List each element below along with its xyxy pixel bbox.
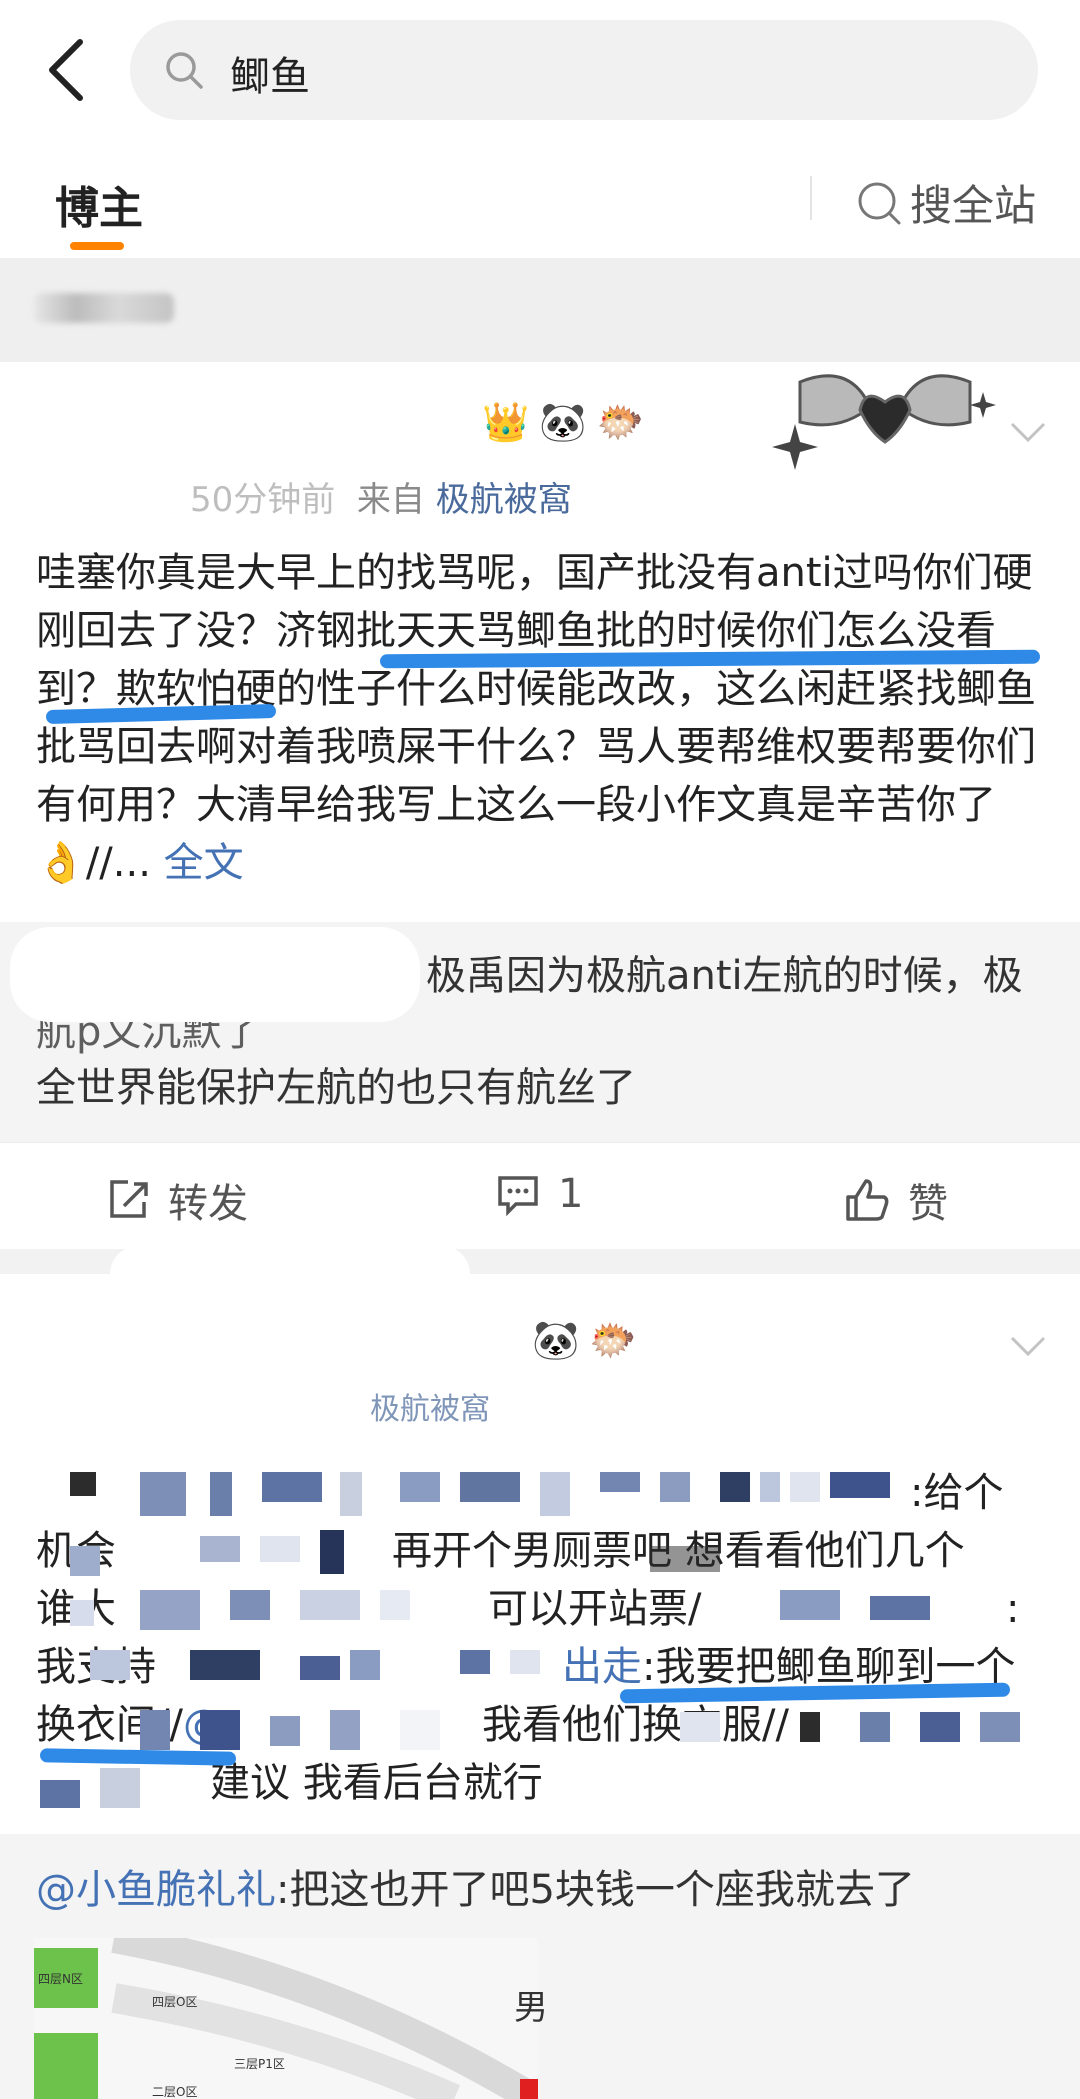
panda-badge-icon: 🐼: [539, 400, 587, 444]
like-button[interactable]: 赞: [844, 1171, 948, 1229]
post-card[interactable]: 🐼 🐡 极航被窩 :给个 机会再开个男厕票吧 想看看他们几个 谁大可以开站票/:…: [0, 1246, 1080, 1834]
panda-badge-icon: 🐼: [532, 1318, 580, 1362]
filter-strip: [0, 258, 1080, 362]
ok-hand-emoji-icon: 👌: [36, 840, 86, 886]
user-badges: 🐼 🐡: [532, 1318, 637, 1363]
post-meta: 50分钟前 来自 极航被窩: [190, 472, 572, 521]
comment-icon: [498, 1176, 538, 1216]
search-whole-site-button[interactable]: 搜全站: [856, 172, 1036, 233]
search-icon: [858, 182, 901, 224]
post-text: 哇塞你真是大早上的找骂呢，国产批没有anti过吗你们硬刚回去了没？济钢批天天骂鲫…: [36, 550, 1036, 828]
redaction-blob: [110, 1246, 470, 1302]
post-source[interactable]: 极航被窩: [370, 1392, 490, 1427]
pufferfish-badge-icon: 🐡: [596, 400, 644, 444]
map-label: 三层P1区: [234, 2057, 285, 2071]
repost-label: 转发: [168, 1181, 248, 1227]
map-label: 二层O区: [152, 2085, 197, 2099]
quoted-line: @小鱼脆礼礼:把这也开了吧5块钱一个座我就去了: [36, 1862, 915, 1918]
map-label: 四层O区: [152, 1995, 197, 2009]
crown-badge-icon: 👑: [482, 400, 530, 444]
tab-divider: [810, 176, 812, 220]
quoted-line: 全世界能保护左航的也只有航丝了: [36, 1065, 636, 1111]
top-bar: 鲫鱼: [0, 0, 1080, 150]
blurred-text: [34, 293, 174, 323]
back-arrow-icon[interactable]: [36, 36, 96, 104]
pufferfish-badge-icon: 🐡: [589, 1318, 637, 1362]
side-label: 男: [514, 1988, 548, 2028]
post-from: 来自: [356, 480, 425, 520]
tab-blogger[interactable]: 博主: [55, 172, 143, 236]
thumbs-up-icon: [846, 1179, 889, 1221]
tab-bar: 博主 搜全站: [0, 150, 1080, 258]
post-time: 50分钟前: [190, 480, 336, 520]
search-query: 鲫鱼: [230, 54, 310, 100]
user-badges: 👑 🐼 🐡: [482, 400, 644, 445]
post-actions: 转发 1 赞: [0, 1142, 1080, 1249]
quoted-comment[interactable]: 极禹因为极航anti左航的时候，极 航p文沉默了 全世界能保护左航的也只有航丝了: [0, 922, 1080, 1142]
redaction-blob: [10, 927, 420, 1022]
post-meta: 极航被窩: [370, 1384, 490, 1428]
share-icon: [110, 1180, 148, 1218]
quoted-comment[interactable]: @小鱼脆礼礼:把这也开了吧5块钱一个座我就去了 四层N区 四层O区 三层P1区 …: [0, 1834, 1080, 2099]
quoted-text: :把这也开了吧5块钱一个座我就去了: [276, 1867, 915, 1913]
seating-map: 四层N区 四层O区 三层P1区 二层O区: [34, 1938, 538, 2099]
mention-link[interactable]: @小鱼脆礼礼: [36, 1867, 276, 1913]
chevron-down-icon[interactable]: [1008, 412, 1048, 452]
like-label: 赞: [908, 1181, 948, 1227]
red-marker: [520, 2079, 538, 2099]
search-icon: [166, 52, 203, 89]
decorative-pendant-icon: [772, 374, 996, 470]
repost-button[interactable]: 转发: [106, 1171, 248, 1229]
comment-count: 1: [558, 1171, 584, 1217]
post-source[interactable]: 极航被窩: [436, 480, 572, 520]
post-card[interactable]: 👑 🐼 🐡 50分钟前 来自 极航被窩 哇塞你真是大早上的找骂呢，国产批没有an…: [0, 362, 1080, 922]
search-input[interactable]: 鲫鱼: [130, 20, 1038, 120]
active-tab-indicator: [70, 242, 124, 250]
post-tail: //...: [85, 840, 151, 886]
comment-button[interactable]: 1: [496, 1171, 583, 1217]
site-search-label: 搜全站: [910, 181, 1037, 230]
venue-map-image[interactable]: 四层N区 四层O区 三层P1区 二层O区: [34, 1938, 538, 2099]
pixelated-redaction: [40, 1450, 1050, 1830]
chevron-down-icon[interactable]: [1008, 1326, 1048, 1366]
full-text-link[interactable]: 全文: [164, 840, 244, 886]
quoted-line: 极禹因为极航anti左航的时候，极: [426, 953, 1023, 999]
map-label: 四层N区: [38, 1972, 83, 1986]
